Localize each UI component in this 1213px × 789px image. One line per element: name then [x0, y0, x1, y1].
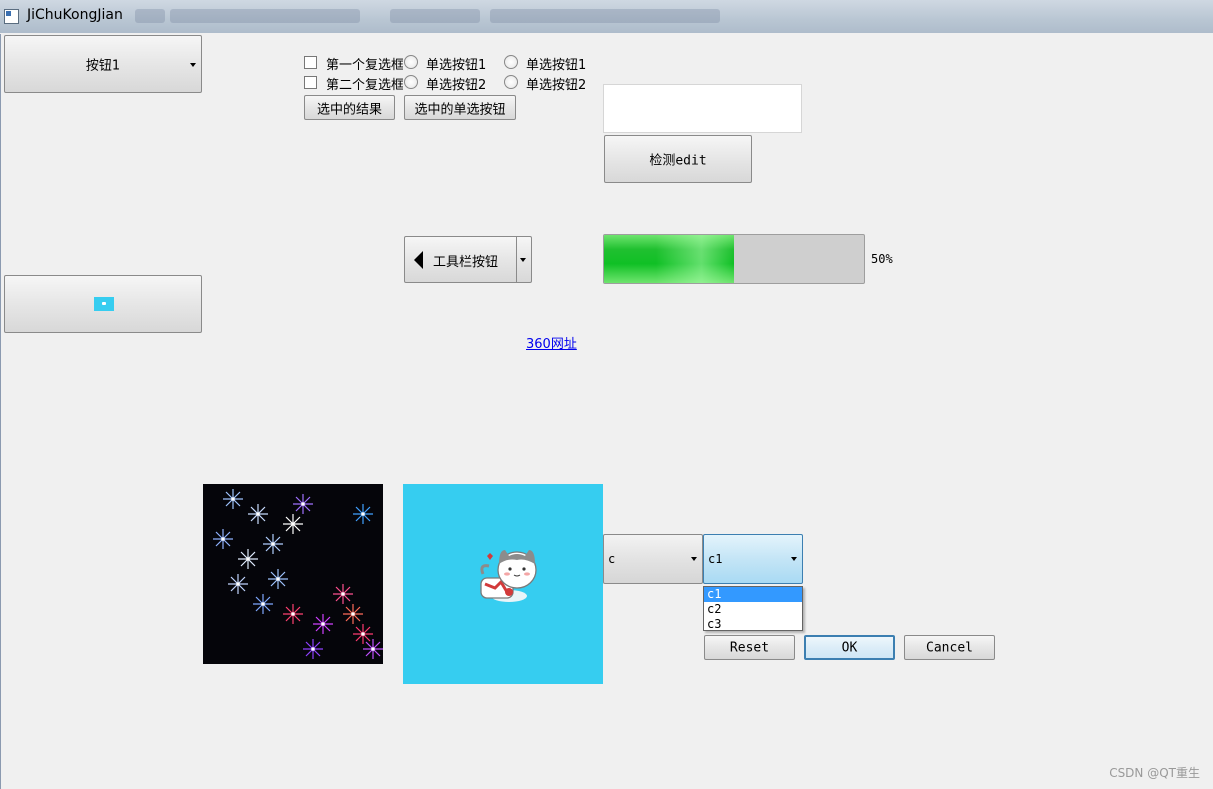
window-title: JiChuKongJian [27, 7, 123, 23]
radio-group1-1-label: 单选按钮1 [426, 58, 487, 73]
main-window: 按钮1 第一个复选框 第二个复选框 单选按钮1 单选按钮2 单选按钮1 单选按钮… [0, 34, 1213, 789]
fireworks-image [203, 484, 383, 664]
combo1-value: c [608, 552, 616, 566]
check-edit-label: 检测edit [649, 153, 707, 169]
combo-box-2[interactable]: c1 [703, 534, 803, 584]
dropdown-option-c2[interactable]: c2 [704, 602, 802, 617]
chevron-down-icon [691, 557, 697, 561]
divider [516, 237, 517, 282]
chevron-down-icon [190, 63, 196, 67]
radio-group2-2-label: 单选按钮2 [526, 78, 587, 93]
image-icon [94, 297, 114, 311]
toolbar-button-label: 工具栏按钮 [433, 255, 499, 270]
reset-label: Reset [729, 640, 770, 655]
cat-image [403, 484, 603, 684]
button1[interactable]: 按钮1 [4, 35, 202, 93]
checkbox-second-label: 第二个复选框 [326, 78, 403, 93]
combo2-dropdown: c1 c2 c3 [703, 586, 803, 631]
check-edit-button[interactable]: 检测edit [604, 135, 752, 183]
checkbox-first[interactable] [304, 56, 317, 69]
radio-group1-2-label: 单选按钮2 [426, 78, 487, 93]
radio-result-label: 选中的单选按钮 [414, 102, 506, 117]
progress-bar [603, 234, 865, 284]
text-edit[interactable] [603, 84, 802, 133]
check-result-label: 选中的结果 [316, 102, 382, 117]
cancel-button[interactable]: Cancel [904, 635, 995, 660]
link-360[interactable]: 360网址 [526, 333, 577, 352]
ok-label: OK [841, 640, 858, 655]
fireworks-graphic [213, 489, 383, 659]
title-bar: JiChuKongJian [0, 0, 1213, 33]
chevron-down-icon [791, 557, 797, 561]
progress-text: 50% [871, 252, 893, 266]
radio-result-button[interactable]: 选中的单选按钮 [404, 95, 516, 120]
watermark: CSDN @QT重生 [1109, 766, 1200, 780]
radio-group2-2[interactable] [504, 75, 518, 89]
blurred-tab [390, 9, 480, 23]
button1-label: 按钮1 [85, 58, 121, 74]
chevron-down-icon[interactable] [520, 258, 526, 262]
cancel-label: Cancel [926, 640, 973, 655]
radio-group1-1[interactable] [404, 55, 418, 69]
blurred-tab [135, 9, 165, 23]
icon-button[interactable] [4, 275, 202, 333]
ok-button[interactable]: OK [804, 635, 895, 660]
blurred-tab [490, 9, 720, 23]
radio-group2-1[interactable] [504, 55, 518, 69]
blurred-tab [170, 9, 360, 23]
cat-graphic [480, 550, 537, 602]
dropdown-option-c3[interactable]: c3 [704, 617, 802, 632]
toolbar-button[interactable]: 工具栏按钮 [404, 236, 532, 283]
reset-button[interactable]: Reset [704, 635, 795, 660]
combo2-value: c1 [708, 552, 723, 566]
radio-group2-1-label: 单选按钮1 [526, 58, 587, 73]
dropdown-option-c1[interactable]: c1 [704, 587, 802, 602]
progress-fill [604, 235, 734, 283]
check-result-button[interactable]: 选中的结果 [304, 95, 395, 120]
radio-group1-2[interactable] [404, 75, 418, 89]
app-icon [4, 9, 19, 24]
arrow-left-icon [414, 251, 423, 269]
checkbox-first-label: 第一个复选框 [326, 58, 403, 73]
checkbox-second[interactable] [304, 76, 317, 89]
combo-box-1[interactable]: c [603, 534, 703, 584]
